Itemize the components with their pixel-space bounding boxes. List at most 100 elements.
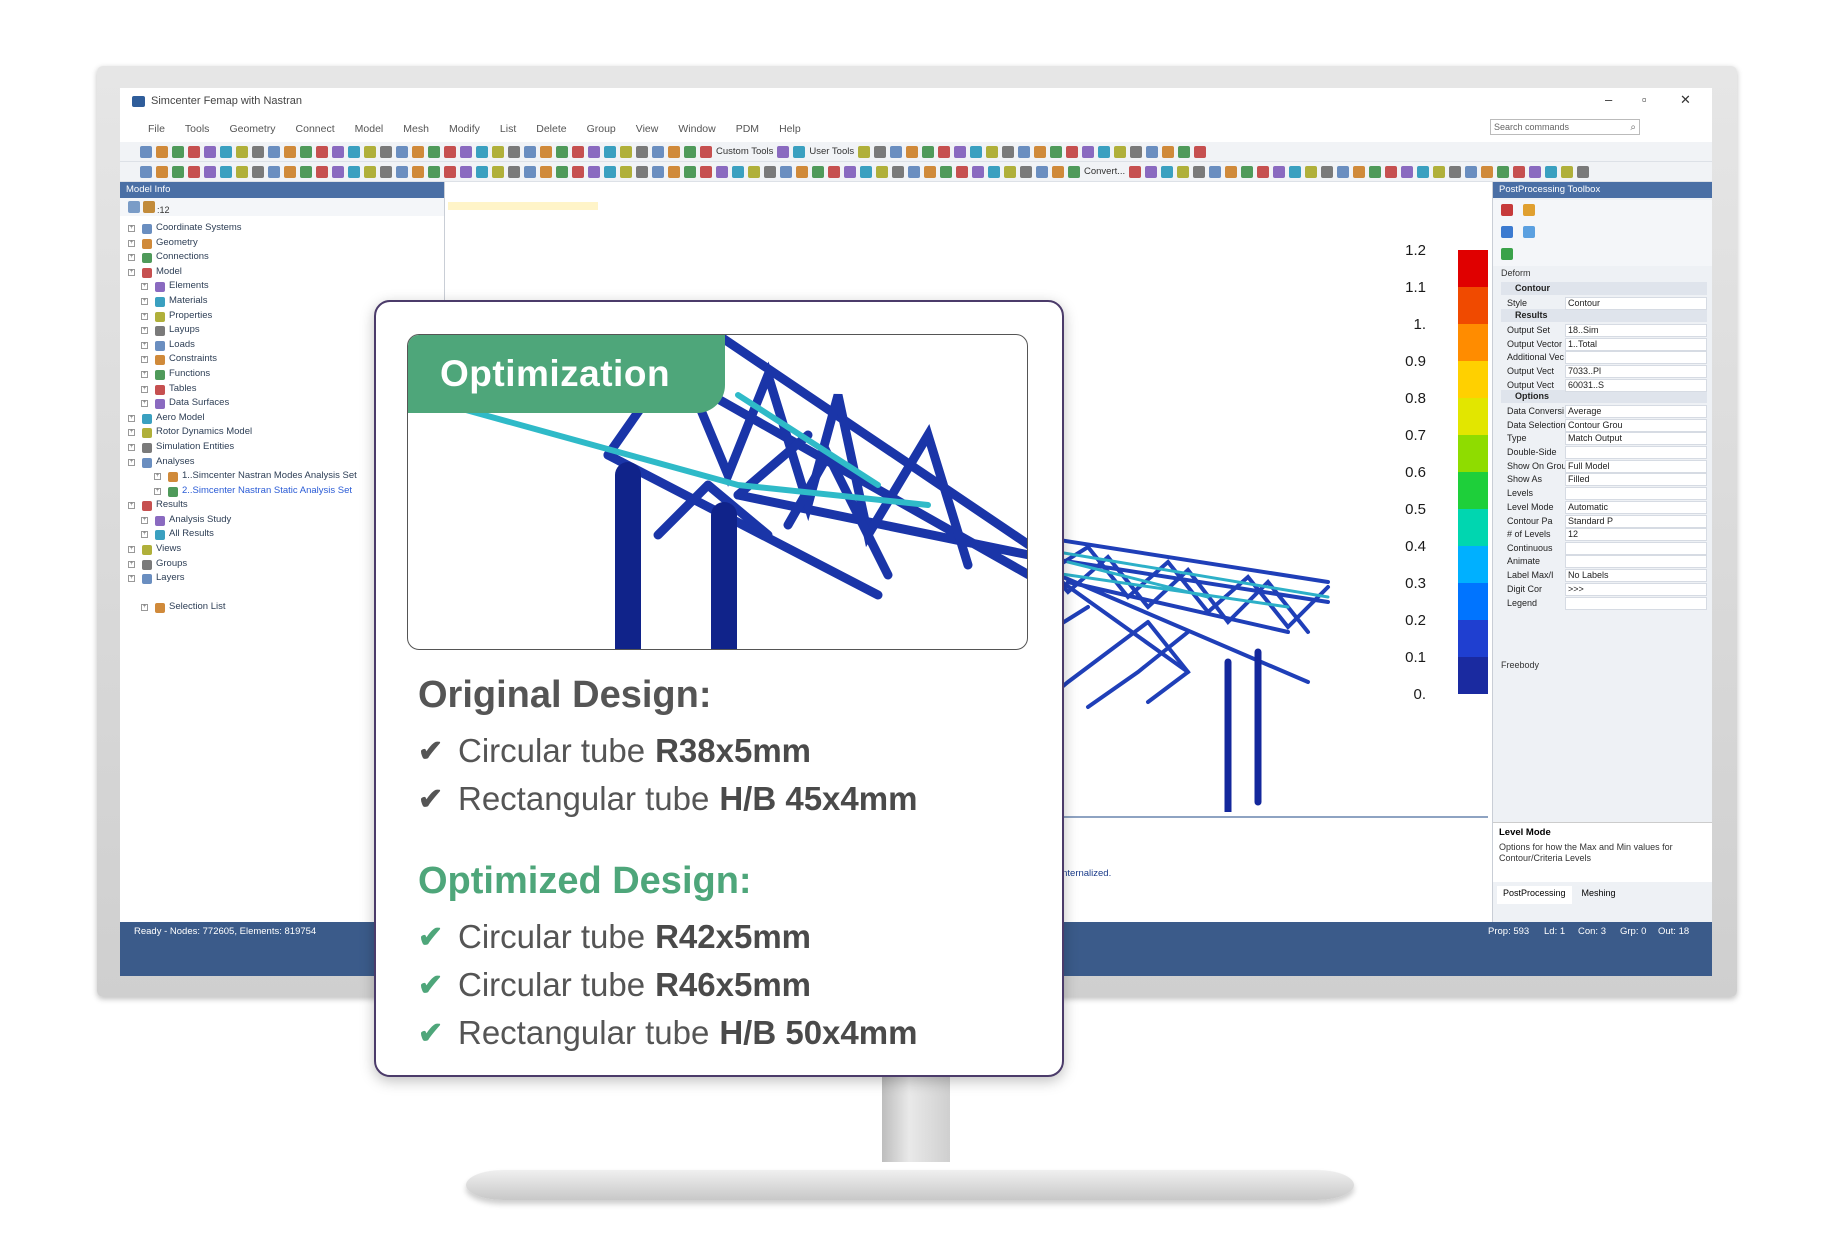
- property-value[interactable]: Filled: [1565, 472, 1707, 486]
- toolbar-button-icon[interactable]: [1114, 145, 1127, 158]
- toolbar-button-icon[interactable]: [588, 145, 600, 158]
- toolbar-button-icon[interactable]: [1130, 145, 1143, 158]
- property-value[interactable]: Contour: [1565, 296, 1707, 310]
- toolbox-record-icon[interactable]: [1501, 204, 1513, 216]
- property-value[interactable]: 12: [1565, 527, 1707, 541]
- toolbar-button-icon[interactable]: [604, 165, 616, 178]
- toolbar-button-icon[interactable]: [172, 145, 184, 158]
- toolbar-button-icon[interactable]: [1193, 165, 1206, 178]
- property-value[interactable]: 7033..Pl: [1565, 364, 1707, 378]
- toolbar-button-icon[interactable]: [316, 145, 328, 158]
- toolbar-button-icon[interactable]: [1161, 165, 1174, 178]
- toolbar-button-icon[interactable]: [1066, 145, 1079, 158]
- tree-edit-icon[interactable]: [142, 201, 155, 213]
- toolbar-button-icon[interactable]: [956, 165, 968, 178]
- property-value[interactable]: Standard P: [1565, 514, 1707, 528]
- toolbar-button-icon[interactable]: [874, 145, 887, 158]
- toolbar-button-icon[interactable]: [876, 165, 888, 178]
- toolbar-button-icon[interactable]: [364, 165, 376, 178]
- toolbar-button-icon[interactable]: [332, 145, 344, 158]
- property-value[interactable]: [1565, 596, 1707, 610]
- toolbar-button-icon[interactable]: [1098, 145, 1111, 158]
- expand-icon[interactable]: +: [128, 502, 135, 510]
- toolbar-button-icon[interactable]: [748, 165, 760, 178]
- toolbar-button-icon[interactable]: [988, 165, 1000, 178]
- property-value[interactable]: [1565, 486, 1707, 500]
- expand-icon[interactable]: +: [141, 531, 148, 539]
- toolbar-button-icon[interactable]: [716, 165, 728, 178]
- property-row[interactable]: Style Contour: [1501, 296, 1707, 310]
- toolbar-button-icon[interactable]: [1177, 165, 1190, 178]
- property-row[interactable]: Data Conversi Average: [1501, 404, 1707, 418]
- toolbar-button-icon[interactable]: [572, 165, 584, 178]
- toolbar-button-icon[interactable]: [300, 145, 312, 158]
- toolbar-button-icon[interactable]: [556, 165, 568, 178]
- expand-icon[interactable]: +: [141, 356, 148, 364]
- property-row[interactable]: Show On Grou Full Model: [1501, 459, 1707, 473]
- property-row[interactable]: Data Selection Contour Grou: [1501, 418, 1707, 432]
- toolbar-button-icon[interactable]: [476, 165, 488, 178]
- contour-section[interactable]: Contour: [1501, 282, 1707, 295]
- toolbar-button-icon[interactable]: [1289, 165, 1302, 178]
- toolbar-button-icon[interactable]: [1052, 165, 1064, 178]
- menu-window[interactable]: Window: [678, 123, 715, 135]
- toolbar-button-icon[interactable]: [1561, 165, 1574, 178]
- expand-icon[interactable]: +: [141, 297, 148, 305]
- toolbar-button-icon[interactable]: [284, 145, 296, 158]
- toolbar-button-icon[interactable]: [700, 145, 712, 158]
- toolbar-button-icon[interactable]: [828, 165, 840, 178]
- toolbar-button-icon[interactable]: [1162, 145, 1175, 158]
- minimize-icon[interactable]: –: [1605, 92, 1612, 107]
- toolbar-button-icon[interactable]: [476, 145, 488, 158]
- toolbar-button-icon[interactable]: [236, 145, 248, 158]
- toolbar-button-icon[interactable]: [364, 145, 376, 158]
- toolbox-layout-icon[interactable]: [1501, 226, 1513, 238]
- toolbar-button-icon[interactable]: [890, 145, 903, 158]
- property-value[interactable]: [1565, 554, 1707, 568]
- toolbar-button-icon[interactable]: [986, 145, 999, 158]
- menu-view[interactable]: View: [636, 123, 659, 135]
- toolbar-button-icon[interactable]: [1146, 145, 1159, 158]
- toolbar-button-icon[interactable]: [700, 165, 712, 178]
- toolbox-apply-icon[interactable]: [1501, 248, 1513, 260]
- toolbar-button-icon[interactable]: [652, 165, 664, 178]
- maximize-icon[interactable]: ▫: [1642, 92, 1647, 107]
- toolbar-button-icon[interactable]: [1465, 165, 1478, 178]
- toolbar-button-icon[interactable]: [412, 145, 424, 158]
- toolbar-button-icon[interactable]: [1129, 165, 1142, 178]
- toolbar-button-icon[interactable]: [684, 165, 696, 178]
- property-value[interactable]: Average: [1565, 404, 1707, 418]
- toolbar-button-icon[interactable]: [188, 145, 200, 158]
- property-row[interactable]: Animate: [1501, 554, 1707, 568]
- property-value[interactable]: Full Model: [1565, 459, 1707, 473]
- toolbar-button-icon[interactable]: [268, 145, 280, 158]
- toolbar-button-icon[interactable]: [220, 165, 232, 178]
- toolbar-button-icon[interactable]: [284, 165, 296, 178]
- toolbar-button-icon[interactable]: [1513, 165, 1526, 178]
- toolbar-button-icon[interactable]: [938, 145, 951, 158]
- toolbar-button-icon[interactable]: [412, 165, 424, 178]
- expand-icon[interactable]: +: [128, 239, 135, 247]
- expand-icon[interactable]: +: [141, 341, 148, 349]
- expand-icon[interactable]: +: [128, 575, 135, 583]
- property-value[interactable]: Automatic: [1565, 500, 1707, 514]
- property-row[interactable]: Label Max/I No Labels: [1501, 568, 1707, 582]
- toolbar-button-icon[interactable]: [1068, 165, 1080, 178]
- toolbar-button-icon[interactable]: [1369, 165, 1382, 178]
- expand-icon[interactable]: +: [128, 414, 135, 422]
- property-value[interactable]: 18..Sim: [1565, 323, 1707, 337]
- toolbar-button-icon[interactable]: [140, 165, 152, 178]
- property-value[interactable]: Match Output: [1565, 431, 1707, 445]
- toolbar-button-icon[interactable]: [348, 165, 360, 178]
- property-row[interactable]: Continuous: [1501, 541, 1707, 555]
- toolbar-button-icon[interactable]: [236, 165, 248, 178]
- toolbar-button-icon[interactable]: [780, 165, 792, 178]
- toolbar-button-icon[interactable]: [1194, 145, 1207, 158]
- expand-icon[interactable]: +: [141, 327, 148, 335]
- toolbar-label-custom-tools[interactable]: Custom Tools: [716, 146, 773, 157]
- toolbar-button-icon[interactable]: [460, 165, 472, 178]
- toolbar-button-icon[interactable]: [844, 165, 856, 178]
- toolbar-button-icon[interactable]: [1225, 165, 1238, 178]
- toolbar-button-icon[interactable]: [1036, 165, 1048, 178]
- menu-help[interactable]: Help: [779, 123, 801, 135]
